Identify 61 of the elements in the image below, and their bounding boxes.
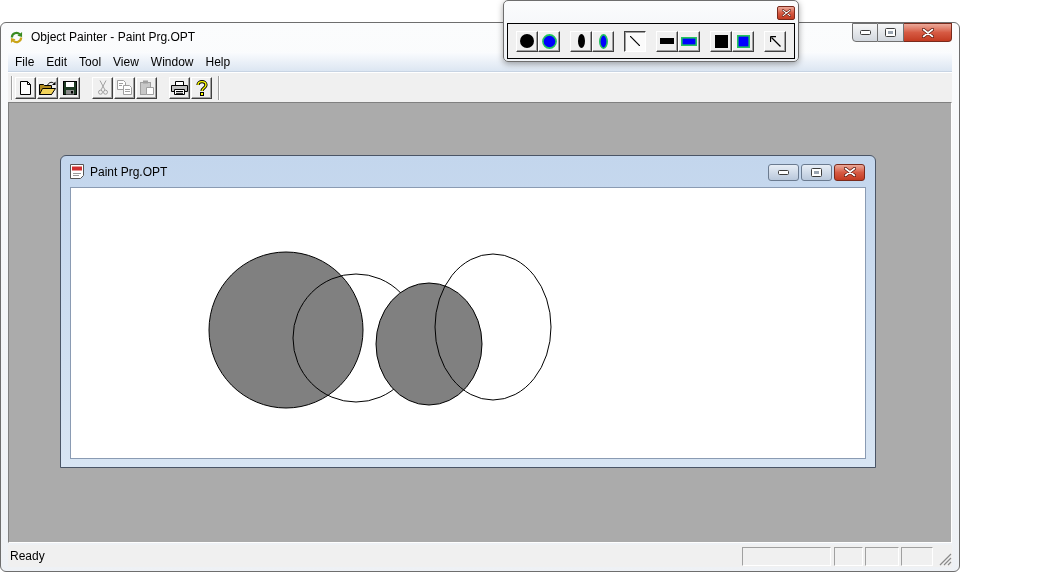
new-button[interactable]	[15, 76, 36, 99]
minimize-button[interactable]	[852, 23, 878, 42]
solid-ellipse-icon	[577, 34, 585, 48]
pointer-tool-button[interactable]	[764, 30, 786, 52]
window-title: Object Painter - Paint Prg.OPT	[31, 29, 196, 46]
menu-item[interactable]: Tool	[73, 51, 108, 72]
close-icon	[781, 9, 791, 17]
status-pane	[834, 546, 863, 566]
ellipse-tool-button[interactable]	[570, 30, 592, 52]
status-pane	[865, 546, 899, 566]
document-icon	[70, 164, 84, 179]
circular-arrows-icon	[10, 30, 23, 44]
printer-icon	[171, 80, 188, 95]
minimize-button[interactable]	[768, 163, 799, 181]
blank-page-icon	[20, 80, 31, 95]
bordered-rectangle-tool-button[interactable]	[678, 30, 700, 52]
clipboard-icon	[139, 80, 154, 95]
bordered-square-tool-button[interactable]	[732, 30, 754, 52]
maximize-button[interactable]	[878, 23, 904, 42]
bordered-square-icon	[736, 34, 750, 48]
question-mark-icon	[195, 79, 208, 96]
save-button[interactable]	[59, 76, 80, 99]
solid-square-icon	[714, 34, 728, 48]
bordered-circle-tool-button[interactable]	[538, 30, 560, 52]
status-pane	[901, 546, 933, 566]
maximize-button[interactable]	[801, 163, 832, 181]
menu-item[interactable]: View	[107, 51, 145, 72]
resize-grip-icon	[939, 553, 952, 566]
diagonal-line-icon	[630, 36, 640, 46]
bordered-circle-icon	[541, 33, 557, 49]
close-button[interactable]	[904, 23, 952, 42]
circle-tool-button[interactable]	[516, 30, 538, 52]
rectangle-tool-button[interactable]	[656, 30, 678, 52]
close-icon	[843, 167, 856, 177]
solid-rectangle-icon	[660, 38, 674, 44]
line-tool-button[interactable]	[624, 30, 646, 52]
menu-item[interactable]: File	[9, 51, 41, 72]
up-left-arrow-icon	[769, 35, 781, 47]
folder-icon	[39, 80, 56, 95]
print-button[interactable]	[169, 76, 190, 99]
menu-item[interactable]: Edit	[40, 51, 74, 72]
scissors-icon	[97, 80, 108, 95]
open-button[interactable]	[37, 76, 58, 99]
menu-item[interactable]: Help	[199, 51, 237, 72]
bordered-ellipse-icon	[598, 33, 608, 49]
bordered-rectangle-icon	[681, 36, 697, 46]
close-button[interactable]	[834, 163, 865, 181]
minimize-icon	[859, 30, 871, 35]
minimize-icon	[778, 169, 789, 175]
bordered-ellipse-tool-button[interactable]	[592, 30, 614, 52]
menu-item[interactable]: Window	[144, 51, 200, 72]
close-icon	[921, 27, 934, 38]
status-text: Ready	[9, 548, 45, 565]
solid-circle-icon	[520, 34, 534, 48]
help-button[interactable]	[191, 76, 212, 99]
close-button[interactable]	[777, 6, 795, 20]
maximize-icon	[811, 167, 822, 177]
maximize-icon	[885, 28, 896, 37]
copy-pages-icon	[117, 80, 132, 95]
square-tool-button[interactable]	[710, 30, 732, 52]
document-title: Paint Prg.OPT	[90, 163, 168, 181]
